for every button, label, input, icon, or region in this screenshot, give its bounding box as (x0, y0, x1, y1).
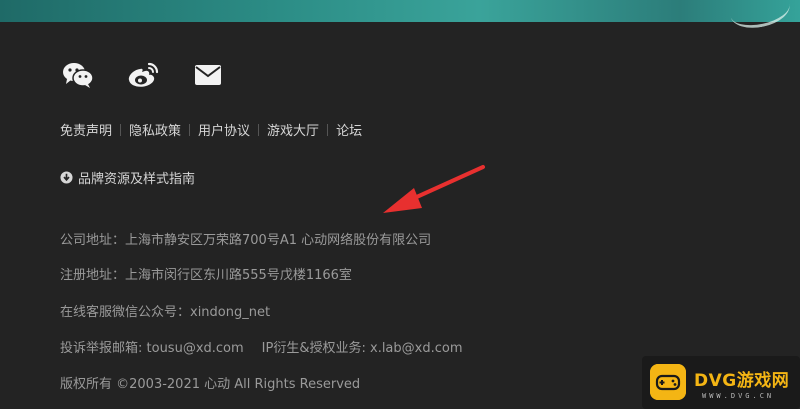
link-game-hall[interactable]: 游戏大厅 (267, 120, 319, 139)
link-forum[interactable]: 论坛 (336, 120, 362, 139)
weibo-icon[interactable] (127, 61, 159, 89)
registered-address: 注册地址：上海市闵行区东川路555号戊楼1166室 (60, 268, 352, 283)
divider (120, 123, 122, 136)
contact-emails: 投诉举报邮箱: tousu@xd.com IP衍生&授权业务: x.lab@xd.… (60, 337, 463, 356)
download-icon (60, 171, 73, 184)
footer-links: 免责声明 隐私政策 用户协议 游戏大厅 论坛 (60, 120, 362, 139)
link-user-agreement[interactable]: 用户协议 (198, 120, 250, 139)
watermark-title: DVG游戏网 (694, 371, 790, 391)
link-privacy-policy[interactable]: 隐私政策 (129, 120, 181, 139)
watermark-url: WWW.DVG.CN (702, 392, 775, 400)
brand-guide-link[interactable]: 品牌资源及样式指南 (60, 168, 195, 187)
link-disclaimer[interactable]: 免责声明 (60, 120, 112, 139)
banner-streak (727, 0, 793, 33)
mail-icon[interactable] (192, 61, 224, 89)
divider (258, 123, 260, 136)
watermark-badge: DVG游戏网 WWW.DVG.CN (642, 356, 800, 409)
footer-page: 免责声明 隐私政策 用户协议 游戏大厅 论坛 品牌资源及样式指南 公司地址：上海… (0, 0, 800, 409)
social-icons (62, 61, 257, 89)
wechat-icon[interactable] (62, 61, 94, 89)
service-wechat: 在线客服微信公众号：xindong_net (60, 305, 271, 320)
gamepad-icon (650, 364, 686, 400)
divider (189, 123, 191, 136)
report-email: 投诉举报邮箱: tousu@xd.com (60, 341, 244, 356)
divider (327, 123, 329, 136)
ip-email: IP衍生&授权业务: x.lab@xd.com (261, 341, 463, 356)
brand-guide-label: 品牌资源及样式指南 (78, 172, 196, 187)
company-address: 公司地址：上海市静安区万荣路700号A1 心动网络股份有限公司 (60, 233, 432, 248)
top-banner-image (0, 0, 800, 33)
copyright: 版权所有 ©2003-2021 心动 All Rights Reserved (60, 377, 361, 392)
